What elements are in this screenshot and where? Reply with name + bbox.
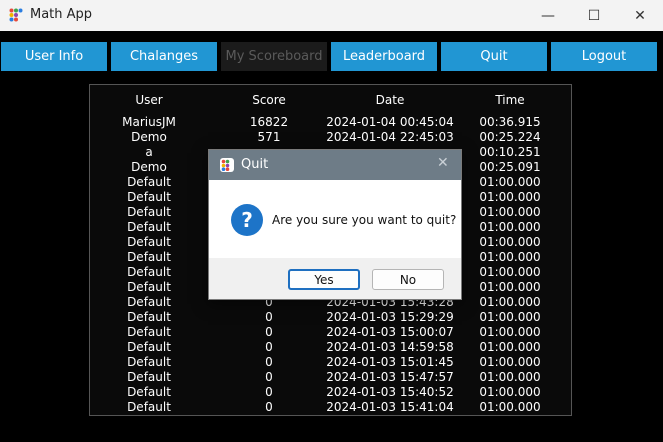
cell-time: 01:00.000 [479, 175, 541, 189]
column-header-time: Time [495, 93, 525, 107]
cell-user: Default [127, 295, 171, 309]
cell-user: a [145, 145, 153, 159]
dialog-title-bar: Quit ✕ [209, 150, 461, 180]
quit-dialog: Quit ✕ ? Are you sure you want to quit? … [208, 149, 462, 300]
cell-date: 2024-01-04 00:45:04 [326, 115, 454, 129]
question-icon: ? [231, 204, 263, 236]
app-logo-icon [220, 158, 234, 172]
cell-score: 0 [265, 355, 273, 369]
cell-time: 00:36.915 [479, 115, 541, 129]
nav-bar: User Info Chalanges My Scoreboard Leader… [0, 42, 663, 71]
cell-date: 2024-01-04 22:45:03 [326, 130, 454, 144]
column-header-score: Score [252, 93, 286, 107]
cell-date: 2024-01-03 15:00:07 [326, 325, 454, 339]
cell-score: 0 [265, 400, 273, 414]
cell-user: Default [127, 205, 171, 219]
cell-time: 01:00.000 [479, 340, 541, 354]
dialog-close-icon[interactable]: ✕ [437, 155, 449, 171]
title-bar: Math App — ☐ ✕ [0, 0, 663, 31]
cell-time: 01:00.000 [479, 235, 541, 249]
cell-user: Default [127, 190, 171, 204]
cell-score: 0 [265, 310, 273, 324]
cell-user: Default [127, 355, 171, 369]
dialog-body: ? Are you sure you want to quit? [209, 180, 461, 258]
cell-user: Default [127, 175, 171, 189]
nav-my-scoreboard-button[interactable]: My Scoreboard [221, 42, 327, 71]
cell-score: 0 [265, 385, 273, 399]
cell-time: 01:00.000 [479, 325, 541, 339]
cell-score: 16822 [249, 115, 289, 129]
cell-user: Demo [131, 160, 167, 174]
cell-time: 01:00.000 [479, 370, 541, 384]
cell-user: Default [127, 370, 171, 384]
cell-date: 2024-01-03 14:59:58 [326, 340, 454, 354]
cell-time: 01:00.000 [479, 250, 541, 264]
cell-time: 01:00.000 [479, 310, 541, 324]
yes-button[interactable]: Yes [288, 269, 360, 290]
cell-time: 01:00.000 [479, 220, 541, 234]
cell-user: Default [127, 400, 171, 414]
cell-user: MariusJM [122, 115, 176, 129]
cell-date: 2024-01-03 15:01:45 [326, 355, 454, 369]
cell-score: 0 [265, 340, 273, 354]
cell-time: 01:00.000 [479, 385, 541, 399]
dialog-message: Are you sure you want to quit? [272, 213, 457, 227]
cell-time: 01:00.000 [479, 265, 541, 279]
cell-score: 0 [265, 325, 273, 339]
nav-quit-button[interactable]: Quit [441, 42, 547, 71]
column-header-date: Date [375, 93, 405, 107]
cell-date: 2024-01-03 15:47:57 [326, 370, 454, 384]
nav-user-info-button[interactable]: User Info [1, 42, 107, 71]
cell-user: Default [127, 235, 171, 249]
nav-logout-button[interactable]: Logout [551, 42, 657, 71]
cell-score: 0 [265, 370, 273, 384]
cell-time: 01:00.000 [479, 295, 541, 309]
nav-leaderboard-button[interactable]: Leaderboard [331, 42, 437, 71]
cell-time: 01:00.000 [479, 190, 541, 204]
cell-date: 2024-01-03 15:41:04 [326, 400, 454, 414]
cell-user: Default [127, 265, 171, 279]
cell-user: Default [127, 340, 171, 354]
window-title: Math App [30, 7, 93, 22]
cell-user: Default [127, 220, 171, 234]
cell-time: 01:00.000 [479, 205, 541, 219]
cell-user: Demo [131, 130, 167, 144]
cell-time: 01:00.000 [479, 355, 541, 369]
cell-user: Default [127, 310, 171, 324]
app-logo-icon [9, 8, 23, 22]
cell-user: Default [127, 280, 171, 294]
cell-time: 01:00.000 [479, 280, 541, 294]
maximize-button[interactable]: ☐ [571, 0, 617, 31]
cell-user: Default [127, 385, 171, 399]
cell-user: Default [127, 250, 171, 264]
cell-time: 00:25.224 [479, 130, 541, 144]
column-header-user: User [135, 93, 163, 107]
cell-time: 00:10.251 [479, 145, 541, 159]
dialog-title: Quit [241, 157, 269, 172]
minimize-button[interactable]: — [525, 0, 571, 31]
nav-challenges-button[interactable]: Chalanges [111, 42, 217, 71]
cell-score: 571 [257, 130, 281, 144]
cell-date: 2024-01-03 15:40:52 [326, 385, 454, 399]
cell-time: 01:00.000 [479, 400, 541, 414]
no-button[interactable]: No [372, 269, 444, 290]
close-window-button[interactable]: ✕ [617, 0, 663, 31]
cell-time: 00:25.091 [479, 160, 541, 174]
cell-user: Default [127, 325, 171, 339]
cell-date: 2024-01-03 15:29:29 [326, 310, 454, 324]
